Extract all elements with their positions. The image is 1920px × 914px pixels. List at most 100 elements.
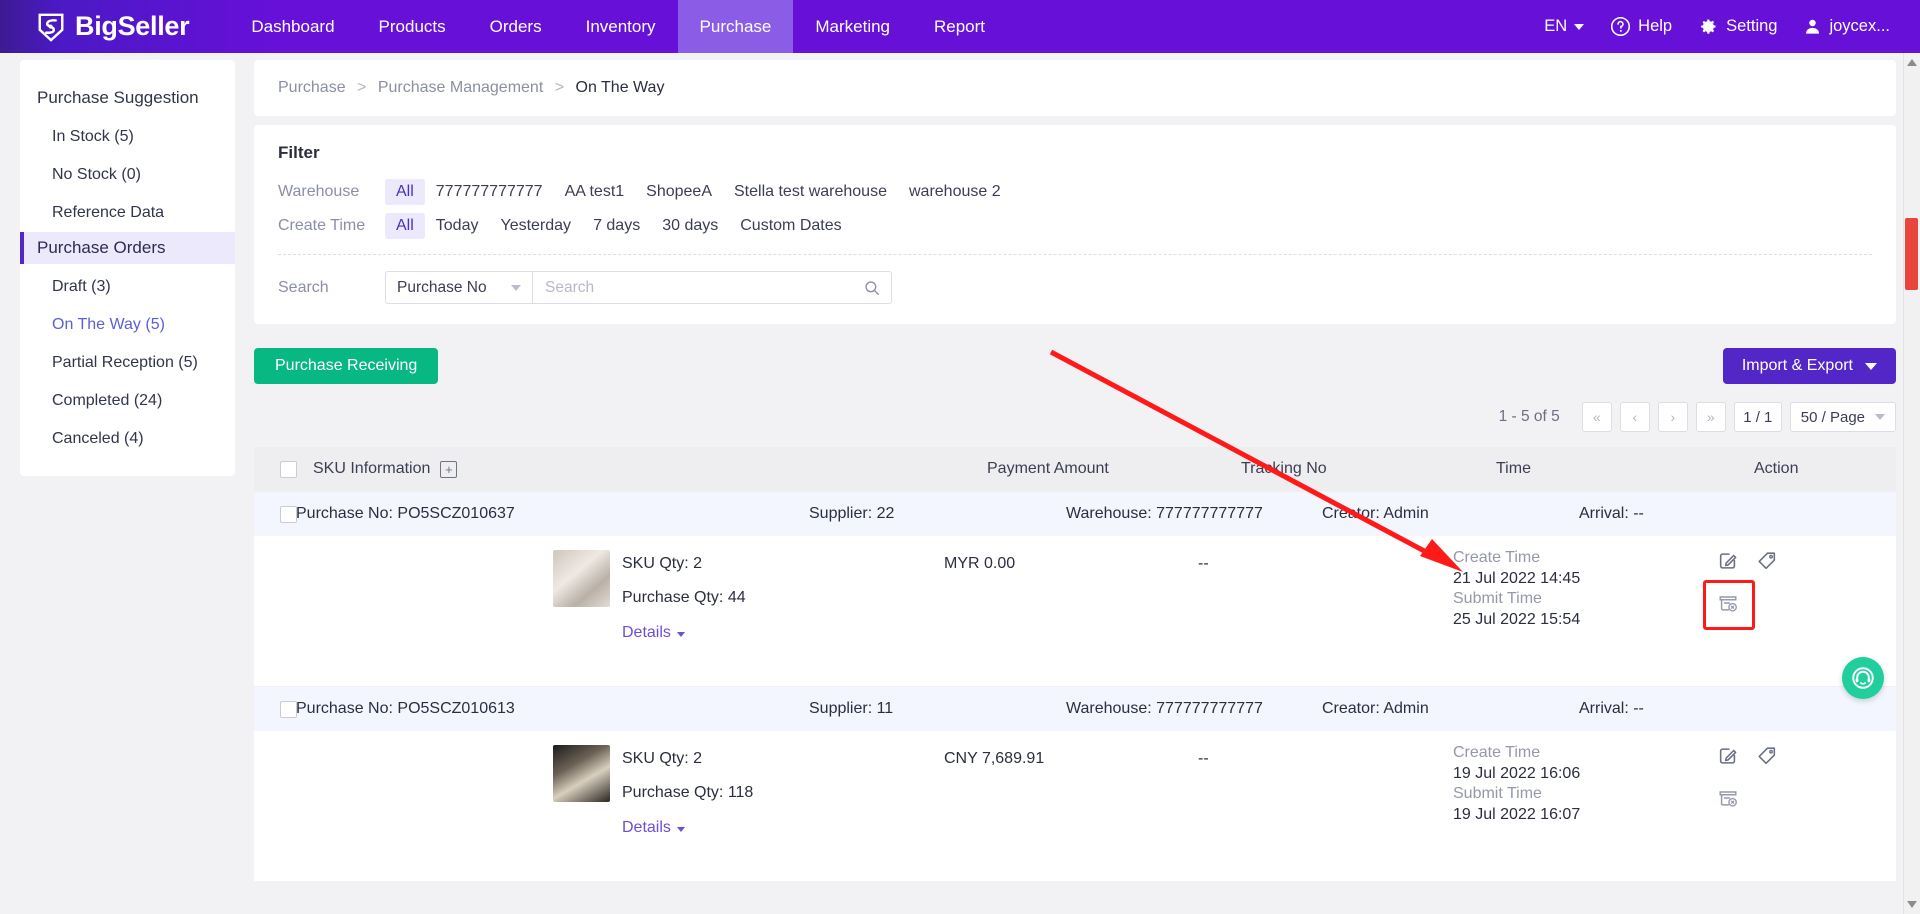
tracking-no: -- [1198,750,1209,767]
sidebar-container: Purchase Suggestion In Stock (5) No Stoc… [0,53,254,914]
warehouse-chip-group: All 777777777777 AA test1 ShopeeA Stella… [385,179,1012,205]
warehouse-chip-all[interactable]: All [385,179,425,205]
breadcrumb-root[interactable]: Purchase [278,79,346,96]
sidebar-item-draft[interactable]: Draft (3) [20,268,235,306]
create-time-chip-custom-dates[interactable]: Custom Dates [729,213,852,239]
table-row: Purchase No: PO5SCZ010613 Supplier: 11 W… [254,686,1896,881]
filter-label-warehouse: Warehouse [278,183,360,200]
page-scrollbar[interactable] [1903,53,1920,914]
sidebar-item-partial-reception[interactable]: Partial Reception (5) [20,344,235,382]
order-creator: Creator: Admin [1322,700,1429,717]
breadcrumb-mid[interactable]: Purchase Management [378,79,543,96]
chevron-down-icon [676,631,685,637]
nav-products[interactable]: Products [357,0,468,53]
product-thumbnail[interactable] [553,550,610,607]
search-input[interactable] [545,278,863,297]
order-arrival: Arrival: -- [1579,700,1644,717]
pagination-page-indicator[interactable]: 1 / 1 [1733,402,1782,432]
nav-orders[interactable]: Orders [468,0,564,53]
bigseller-logo-icon [38,13,64,42]
user-menu[interactable]: joycex... [1803,17,1890,36]
setting-button[interactable]: Setting [1698,16,1777,37]
sidebar-item-completed[interactable]: Completed (24) [20,382,235,420]
nav-inventory[interactable]: Inventory [564,0,678,53]
chat-support-button[interactable] [1842,657,1884,699]
add-column-icon[interactable]: + [440,460,458,478]
sidebar-group-purchase-orders[interactable]: Purchase Orders [20,232,235,264]
order-supplier: Supplier: 22 [809,505,895,522]
pagination-page-size-select[interactable]: 50 / Page [1789,402,1896,432]
sidebar-item-in-stock[interactable]: In Stock (5) [20,118,235,156]
search-field-select[interactable]: Purchase No [385,271,532,304]
warehouse-chip-warehouse-2[interactable]: warehouse 2 [898,179,1012,205]
help-label: Help [1638,17,1673,35]
search-icon[interactable] [863,279,881,297]
chevron-down-icon [511,284,521,291]
create-time-chip-yesterday[interactable]: Yesterday [489,213,582,239]
cancel-order-icon[interactable] [1717,592,1739,619]
product-thumbnail[interactable] [553,745,610,802]
sku-qty: SKU Qty: 2 [622,750,703,767]
create-time-chip-today[interactable]: Today [425,213,490,239]
sidebar: Purchase Suggestion In Stock (5) No Stoc… [20,60,235,476]
purchase-receiving-button[interactable]: Purchase Receiving [254,348,439,384]
main-nav-items: Dashboard Products Orders Inventory Purc… [229,0,1007,53]
nav-report[interactable]: Report [912,0,1007,53]
create-time-chip-7-days[interactable]: 7 days [582,213,651,239]
details-label: Details [622,624,671,641]
row-checkbox[interactable] [280,700,297,718]
tag-icon[interactable] [1756,745,1778,772]
help-button[interactable]: Help [1610,16,1672,37]
tag-icon[interactable] [1756,550,1778,577]
scrollbar-thumb[interactable] [1905,218,1918,290]
warehouse-chip-stella-test-warehouse[interactable]: Stella test warehouse [723,179,898,205]
tracking-no: -- [1198,555,1209,572]
nav-dashboard[interactable]: Dashboard [229,0,356,53]
sidebar-item-reference-data[interactable]: Reference Data [20,194,235,232]
warehouse-chip-777777777777[interactable]: 777777777777 [425,179,554,205]
row-checkbox[interactable] [280,505,297,523]
edit-icon[interactable] [1717,745,1739,772]
chevron-down-icon [1865,362,1877,370]
search-input-wrapper[interactable] [532,271,892,304]
submit-time-value: 19 Jul 2022 16:07 [1453,805,1581,823]
pagination-next-button[interactable]: › [1657,402,1688,432]
create-time-chip-all[interactable]: All [385,213,425,239]
question-circle-icon [1611,16,1631,37]
payment-amount: MYR 0.00 [944,555,1016,572]
user-icon [1806,19,1820,34]
pagination-last-button[interactable]: » [1695,402,1726,432]
pagination-prev-button[interactable]: ‹ [1619,402,1650,432]
sidebar-item-on-the-way[interactable]: On The Way (5) [20,306,235,344]
create-time-chip-30-days[interactable]: 30 days [651,213,729,239]
pagination-first-button[interactable]: « [1581,402,1612,432]
pagination: 1 - 5 of 5 « ‹ › » 1 / 1 50 / Page [254,402,1896,432]
order-purchase-no: Purchase No: PO5SCZ010637 [296,505,515,523]
sidebar-group-purchase-suggestion[interactable]: Purchase Suggestion [20,82,235,114]
order-warehouse: Warehouse: 777777777777 [1066,505,1263,522]
language-selector[interactable]: EN [1544,17,1585,36]
nav-purchase[interactable]: Purchase [677,0,794,53]
warehouse-chip-shopeea[interactable]: ShopeeA [635,179,723,205]
select-all-checkbox[interactable] [280,460,297,478]
column-payment-amount: Payment Amount [987,460,1109,477]
purchase-no-label: Purchase No: [296,700,393,717]
warehouse-chip-aa-test1[interactable]: AA test1 [554,179,636,205]
nav-marketing[interactable]: Marketing [793,0,912,53]
brand-logo[interactable]: BigSeller [36,11,190,42]
scroll-up-arrow-icon[interactable] [1907,59,1917,66]
details-toggle[interactable]: Details [622,819,685,837]
purchase-orders-table: SKU Information + Payment Amount Trackin… [254,447,1896,881]
scroll-down-arrow-icon[interactable] [1907,901,1917,908]
setting-label: Setting [1726,17,1778,35]
sidebar-item-no-stock[interactable]: No Stock (0) [20,156,235,194]
create-time-chip-group: All Today Yesterday 7 days 30 days Custo… [385,213,853,239]
edit-icon[interactable] [1717,550,1739,577]
sidebar-item-canceled[interactable]: Canceled (4) [20,420,235,458]
import-export-button[interactable]: Import & Export [1722,348,1896,384]
create-time-value: 21 Jul 2022 14:45 [1453,569,1581,587]
details-toggle[interactable]: Details [622,624,685,642]
cancel-order-icon[interactable] [1717,787,1739,814]
order-arrival: Arrival: -- [1579,505,1644,522]
filter-row-create-time: Create Time All Today Yesterday 7 days 3… [278,213,1872,239]
